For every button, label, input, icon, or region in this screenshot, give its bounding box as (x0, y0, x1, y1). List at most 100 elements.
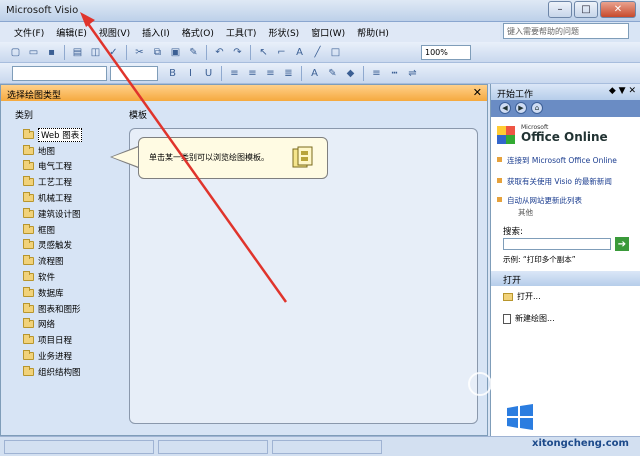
minimize-button[interactable]: – (548, 1, 572, 18)
bold-icon[interactable]: B (165, 66, 180, 81)
line-pattern-icon[interactable]: ┅ (387, 66, 402, 81)
text-color-icon[interactable]: A (307, 66, 322, 81)
category-item[interactable]: 工艺工程 (23, 174, 82, 190)
open-icon[interactable]: ▭ (26, 45, 41, 60)
new-drawing-link[interactable]: 新建绘图... (503, 313, 555, 324)
preview-icon[interactable]: ◫ (88, 45, 103, 60)
bullet-icon (497, 178, 502, 183)
paste-icon[interactable]: ▣ (168, 45, 183, 60)
italic-icon[interactable]: I (183, 66, 198, 81)
line-ends-icon[interactable]: ⇌ (405, 66, 420, 81)
new-icon[interactable]: ▢ (8, 45, 23, 60)
menu-shape[interactable]: 形状(S) (262, 26, 305, 39)
open-link[interactable]: 打开... (503, 291, 541, 302)
menu-view[interactable]: 视图(V) (93, 26, 136, 39)
category-item[interactable]: 机械工程 (23, 190, 82, 206)
standard-toolbar: ▢ ▭ ▪ ▤ ◫ ✓ ✂ ⧉ ▣ ✎ ↶ ↷ ↖ ⌐ A ╱ □ 100% (0, 42, 640, 63)
align-right-icon[interactable]: ≡ (263, 66, 278, 81)
close-icon[interactable]: ✕ (473, 86, 482, 99)
close-button[interactable]: ✕ (600, 1, 636, 18)
search-input[interactable] (503, 238, 611, 250)
category-item[interactable]: 地图 (23, 143, 82, 159)
folder-icon (23, 255, 34, 266)
status-cell (158, 440, 268, 454)
category-list: Web 图表 地图 电气工程 工艺工程 机械工程 建筑设计图 框图 灵感触发 流程图 软件 数据库图… (23, 127, 83, 380)
task-pane-title: 开始工作 (497, 90, 534, 100)
category-item[interactable]: 项目日程 (23, 332, 82, 348)
underline-icon[interactable]: U (201, 66, 216, 81)
zoom-select[interactable]: 100% (421, 45, 471, 60)
fill-color-icon[interactable]: ◆ (343, 66, 358, 81)
rectangle-tool-icon[interactable]: □ (328, 45, 343, 60)
line-weight-icon[interactable]: ≡ (369, 66, 384, 81)
office-logo-icon (497, 126, 515, 144)
menu-file[interactable]: 文件(F) (8, 26, 50, 39)
folder-icon (23, 318, 34, 329)
back-icon[interactable]: ◀ (499, 102, 511, 114)
template-icon (292, 146, 313, 168)
folder-icon (23, 334, 34, 345)
category-item[interactable]: 图表和图形 (23, 301, 82, 317)
category-label: 组织结构图 (38, 367, 81, 378)
pointer-icon[interactable]: ↖ (256, 45, 271, 60)
copy-icon[interactable]: ⧉ (150, 45, 165, 60)
forward-icon[interactable]: ▶ (515, 102, 527, 114)
line-tool-icon[interactable]: ╱ (310, 45, 325, 60)
category-item[interactable]: 建筑设计图 (23, 206, 82, 222)
sogou-logo-icon (468, 372, 492, 396)
search-go-icon[interactable]: ➔ (615, 237, 629, 251)
home-icon[interactable]: ⌂ (531, 102, 543, 114)
category-item[interactable]: 电气工程 (23, 159, 82, 175)
redo-icon[interactable]: ↷ (230, 45, 245, 60)
folder-icon (23, 207, 34, 218)
font-name-select[interactable] (110, 66, 158, 81)
folder-icon (503, 292, 513, 301)
category-item[interactable]: 网络 (23, 317, 82, 333)
category-item[interactable]: 组织结构图 (23, 364, 82, 380)
menu-tools[interactable]: 工具(T) (220, 26, 263, 39)
category-item[interactable]: 框图 (23, 222, 82, 238)
open-section-header: 打开 (491, 271, 640, 286)
help-search-input[interactable]: 键入需要帮助的问题 (503, 23, 629, 39)
folder-icon (23, 223, 34, 234)
category-item[interactable]: 业务进程 (23, 348, 82, 364)
format-painter-icon[interactable]: ✎ (186, 45, 201, 60)
text-tool-icon[interactable]: A (292, 45, 307, 60)
link-latest-news[interactable]: 获取有关使用 Visio 的最新新闻 (497, 177, 625, 186)
bullet-icon (497, 197, 502, 202)
category-item[interactable]: 数据库 (23, 285, 82, 301)
font-style-select[interactable] (12, 66, 107, 81)
cut-icon[interactable]: ✂ (132, 45, 147, 60)
folder-icon (23, 160, 34, 171)
link-office-online[interactable]: 连接到 Microsoft Office Online (497, 156, 625, 165)
menu-window[interactable]: 窗口(W) (305, 26, 351, 39)
align-left-icon[interactable]: ≡ (227, 66, 242, 81)
connector-icon[interactable]: ⌐ (274, 45, 289, 60)
align-center-icon[interactable]: ≡ (245, 66, 260, 81)
search-example: 示例: “打印多个副本” (503, 255, 576, 264)
link-latest-news-label: 获取有关使用 Visio 的最新新闻 (507, 177, 612, 186)
print-icon[interactable]: ▤ (70, 45, 85, 60)
link-auto-update[interactable]: 自动从网站更新此列表 (497, 196, 625, 205)
undo-icon[interactable]: ↶ (212, 45, 227, 60)
menu-help[interactable]: 帮助(H) (351, 26, 395, 39)
window-controls: – □ ✕ (548, 1, 636, 18)
menu-format[interactable]: 格式(O) (176, 26, 220, 39)
category-item[interactable]: 流程图 (23, 253, 82, 269)
folder-icon (23, 286, 34, 297)
task-pane-controls[interactable]: ◆ ▼ ✕ (609, 86, 636, 96)
menu-insert[interactable]: 插入(I) (136, 26, 176, 39)
category-item[interactable]: 软件 (23, 269, 82, 285)
more-link[interactable]: 其他 (518, 207, 533, 218)
category-item[interactable]: 灵感触发 (23, 238, 82, 254)
category-item[interactable]: Web 图表 (23, 127, 83, 143)
document-icon (503, 313, 511, 324)
maximize-button[interactable]: □ (574, 1, 598, 18)
menu-edit[interactable]: 编辑(E) (50, 26, 93, 39)
save-icon[interactable]: ▪ (44, 45, 59, 60)
callout-text: 单击某一类别可以浏览绘图模板。 (149, 153, 269, 162)
spelling-icon[interactable]: ✓ (106, 45, 121, 60)
line-color-icon[interactable]: ✎ (325, 66, 340, 81)
toolbar-divider (221, 66, 222, 81)
justify-icon[interactable]: ≣ (281, 66, 296, 81)
